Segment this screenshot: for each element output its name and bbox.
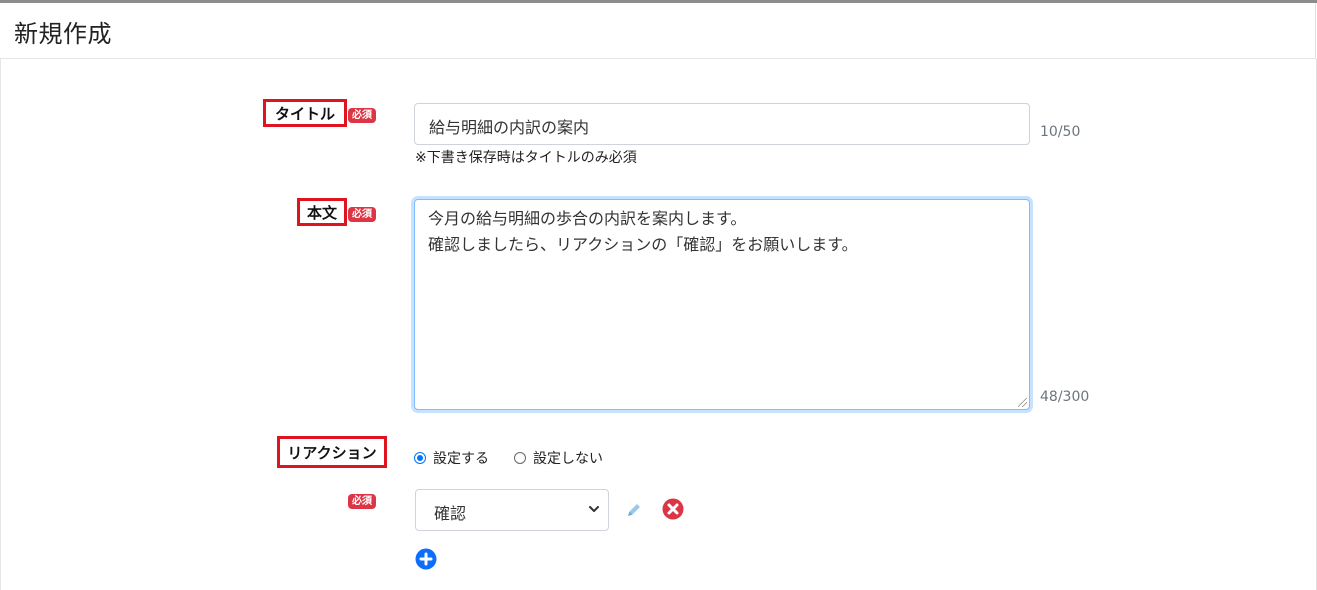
radio-enable[interactable] (414, 452, 426, 464)
body-label: 本文 (297, 198, 347, 226)
title-label: タイトル (263, 99, 347, 127)
reaction-item-required-badge: 必須 (348, 494, 376, 509)
body-line-1: 今月の給与明細の歩合の内訳を案内します。 (428, 209, 747, 228)
title-counter: 10/50 (1040, 124, 1081, 140)
title-note: ※下書き保存時はタイトルのみ必須 (415, 150, 637, 166)
title-input-value: 給与明細の内訳の案内 (429, 118, 590, 137)
title-label-text: タイトル (274, 104, 335, 123)
body-label-text: 本文 (306, 203, 337, 222)
page-title: 新規作成 (14, 20, 112, 48)
reaction-select[interactable]: 確認 (415, 489, 609, 531)
reaction-option-enable-label: 設定する (433, 451, 489, 467)
title-required-badge: 必須 (348, 108, 376, 123)
reaction-select-value: 確認 (434, 504, 467, 523)
page-header: 新規作成 (0, 3, 1316, 59)
body-required-badge: 必須 (348, 207, 376, 222)
body-textarea[interactable]: 今月の給与明細の歩合の内訳を案内します。 確認しましたら、リアクションの「確認」… (414, 199, 1030, 410)
reaction-label: リアクション (277, 436, 387, 468)
reaction-option-disable-label: 設定しない (533, 451, 603, 467)
body-counter: 48/300 (1040, 389, 1090, 405)
body-line-2: 確認しましたら、リアクションの「確認」をお願いします。 (428, 235, 858, 254)
reaction-option-enable[interactable]: 設定する (414, 448, 489, 468)
reaction-label-text: リアクション (287, 443, 377, 462)
plus-circle-icon[interactable] (415, 548, 437, 570)
close-circle-icon[interactable] (662, 498, 684, 520)
pencil-icon[interactable] (624, 500, 644, 520)
title-input[interactable]: 給与明細の内訳の案内 (414, 103, 1030, 145)
radio-disable[interactable] (514, 452, 526, 464)
resize-handle[interactable] (1018, 398, 1027, 407)
reaction-option-disable[interactable]: 設定しない (514, 448, 603, 468)
chevron-down-icon (589, 506, 599, 512)
